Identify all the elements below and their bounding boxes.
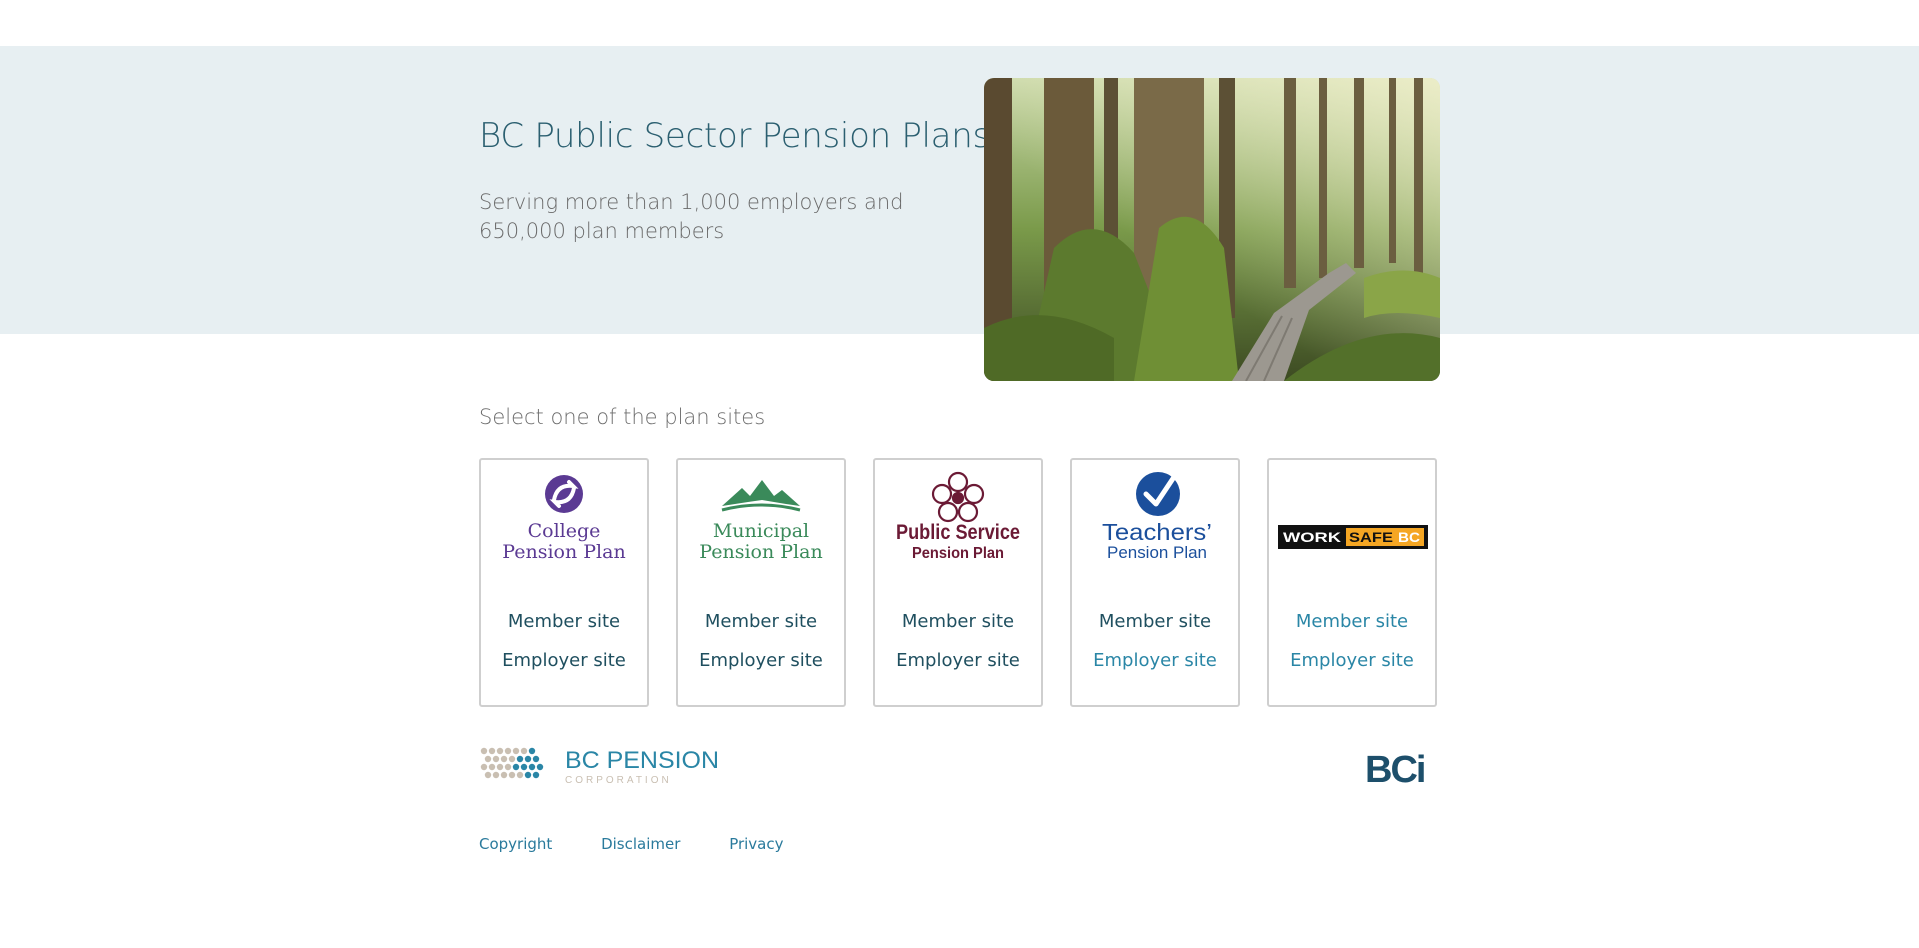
plan-card-teachers: Teachers’ Pension Plan Member site Emplo… — [1070, 458, 1240, 707]
logo-line-3: BC — [1398, 529, 1420, 545]
plan-card-municipal: Municipal Pension Plan Member site Emplo… — [676, 458, 846, 707]
member-site-link[interactable]: Member site — [1072, 611, 1238, 632]
bc-pension-corporation-logo[interactable]: BC PENSION CORPORATION — [479, 744, 729, 791]
employer-site-link[interactable]: Employer site — [1269, 650, 1435, 671]
checkmark-circle-icon — [1136, 471, 1180, 516]
mountain-icon — [721, 480, 801, 512]
teachers-pension-plan-logo[interactable]: Teachers’ Pension Plan — [1072, 470, 1238, 580]
public-service-pension-plan-logo[interactable]: Public Service Pension Plan — [875, 470, 1041, 580]
privacy-link[interactable]: Privacy — [729, 835, 783, 853]
college-pension-plan-logo[interactable]: College Pension Plan — [481, 470, 647, 580]
bci-text: BCi — [1365, 749, 1424, 788]
logo-line-1: Municipal — [713, 520, 809, 542]
dot-grid-icon — [480, 747, 544, 779]
plans-heading: Select one of the plan sites — [479, 405, 766, 429]
logo-line-2: Pension Plan — [1107, 543, 1207, 562]
employer-site-link[interactable]: Employer site — [481, 650, 647, 671]
logo-line-2: Pension Plan — [912, 545, 1004, 562]
member-site-link[interactable]: Member site — [1269, 611, 1435, 632]
hero-subtitle: Serving more than 1,000 employers and 65… — [479, 190, 904, 243]
bci-logo[interactable]: BCi — [1362, 748, 1442, 793]
logo-line-1: Public Service — [896, 521, 1020, 544]
forest-boardwalk-photo — [984, 78, 1440, 381]
logo-line-2: Pension Plan — [699, 541, 822, 563]
logo-line-2: SAFE — [1349, 529, 1393, 545]
plan-card-public-service: Public Service Pension Plan Member site … — [873, 458, 1043, 707]
plan-card-worksafebc: WORK SAFE BC Member site Employer site — [1267, 458, 1437, 707]
footer-links: Copyright Disclaimer Privacy — [479, 835, 828, 853]
logo-line-2: Pension Plan — [502, 541, 625, 563]
employer-site-link[interactable]: Employer site — [1072, 650, 1238, 671]
worksafebc-logo[interactable]: WORK SAFE BC — [1269, 470, 1435, 580]
bcpc-line2: CORPORATION — [565, 775, 672, 786]
disclaimer-link[interactable]: Disclaimer — [601, 835, 680, 853]
page-title: BC Public Sector Pension Plans — [479, 116, 990, 156]
logo-line-1: WORK — [1283, 529, 1341, 545]
college-swirl-icon — [545, 475, 583, 513]
worksafebc-wordmark: WORK SAFE BC — [1278, 525, 1428, 549]
member-site-link[interactable]: Member site — [678, 611, 844, 632]
employer-site-link[interactable]: Employer site — [875, 650, 1041, 671]
municipal-pension-plan-logo[interactable]: Municipal Pension Plan — [678, 470, 844, 580]
plan-card-college: College Pension Plan Member site Employe… — [479, 458, 649, 707]
bcpc-line1: BC PENSION — [565, 747, 719, 774]
dogwood-flower-icon — [931, 471, 985, 523]
employer-site-link[interactable]: Employer site — [678, 650, 844, 671]
logo-line-1: Teachers’ — [1102, 519, 1212, 545]
logo-line-1: College — [528, 520, 601, 542]
copyright-link[interactable]: Copyright — [479, 835, 552, 853]
member-site-link[interactable]: Member site — [875, 611, 1041, 632]
member-site-link[interactable]: Member site — [481, 611, 647, 632]
